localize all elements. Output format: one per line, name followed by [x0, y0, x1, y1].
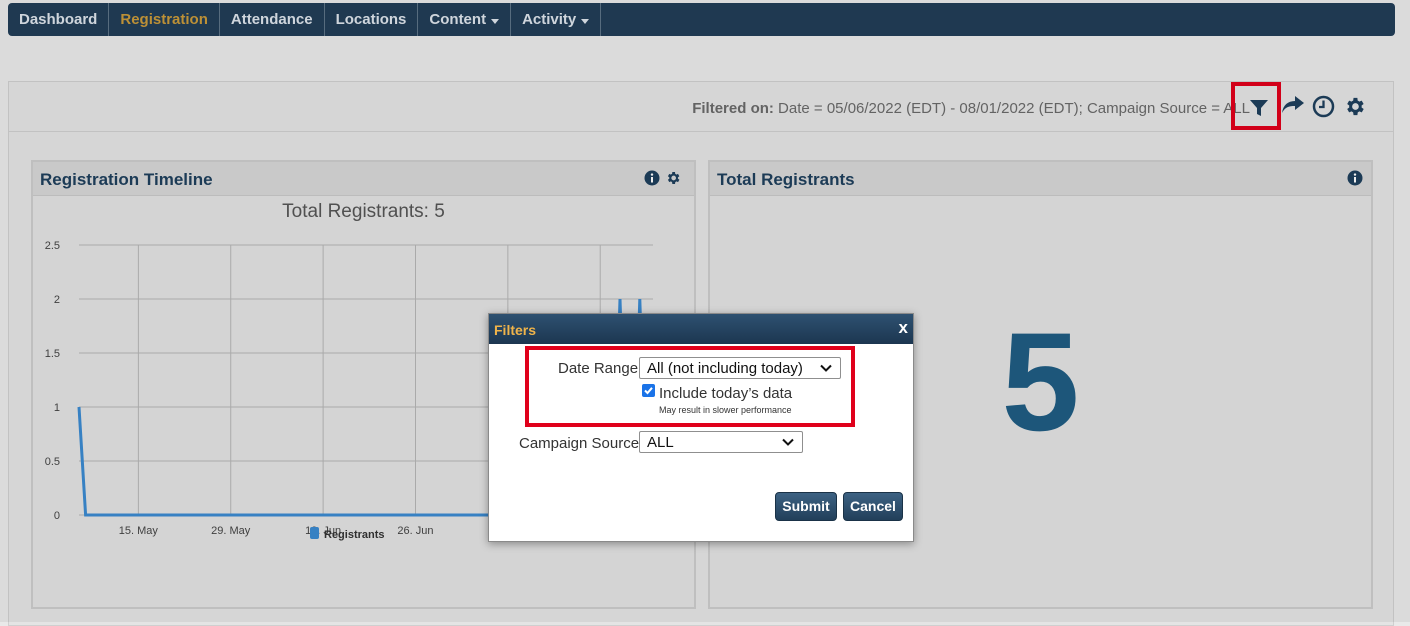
dialog-header: Filters x [489, 314, 913, 344]
submit-button[interactable]: Submit [775, 492, 837, 521]
cancel-button[interactable]: Cancel [843, 492, 903, 521]
close-icon[interactable]: x [899, 318, 908, 338]
campaign-source-select[interactable]: ALL [639, 431, 803, 453]
chevron-down-icon [782, 438, 794, 446]
campaign-source-label: Campaign Source [519, 435, 640, 452]
dialog-title: Filters [494, 322, 537, 338]
date-range-highlight [525, 346, 855, 427]
campaign-source-value: ALL [647, 434, 674, 451]
